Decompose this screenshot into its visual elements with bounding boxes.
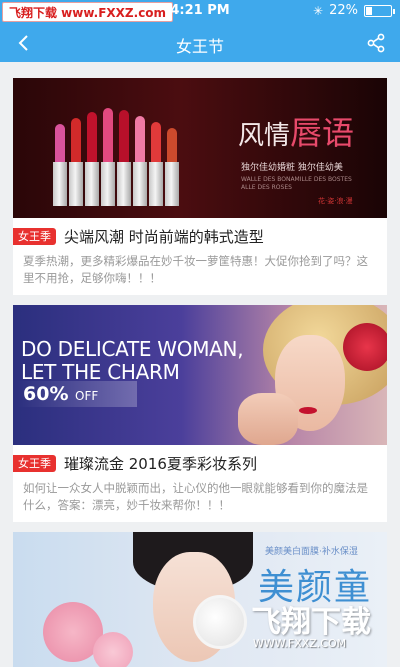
article-description: 如何让一众女人中脱颖而出，让心仪的他一眼就能够看到你的魔法是什么，答案：漂亮，妙… [23, 481, 368, 512]
model-lips [299, 407, 317, 414]
article-feed: 风情唇语 独尔佳幼婚粧 独尔佳幼美 WALLE DES BONAMILLE DE… [13, 78, 387, 667]
banner-headline: 风情唇语 [238, 114, 355, 152]
discount-badge: 60% OFF [17, 381, 137, 407]
page-title: 女王节 [175, 37, 224, 56]
article-title: 璀璨流金 2016夏季彩妆系列 [64, 455, 257, 473]
category-tag: 女王季 [13, 455, 56, 472]
article-title: 尖端风潮 时尚前端的韩式造型 [64, 228, 264, 246]
article-card[interactable]: DO DELICATE WOMAN, LET THE CHARM 60% OFF … [13, 305, 387, 522]
banner-subline: 独尔佳幼婚粧 独尔佳幼美 [241, 163, 343, 173]
battery-percent: 22% [329, 3, 358, 18]
status-right: ✳ 22% [313, 3, 395, 18]
watermark-text: 飞翔下载 [251, 605, 371, 640]
lipstick-image [149, 120, 163, 206]
battery-icon [364, 4, 395, 17]
lipstick-image [85, 110, 99, 206]
banner-lipstick: 风情唇语 独尔佳幼婚粧 独尔佳幼美 WALLE DES BONAMILLE DE… [13, 78, 387, 218]
banner-smalltext: 美颜美白面膜·补水保湿 [265, 547, 358, 557]
article-description: 夏季热潮，更多精彩爆品在妙千妆一萝筐特惠！大促你抢到了吗？这里不用抢，足够你嗨！… [23, 254, 368, 285]
lipstick-image [53, 122, 67, 206]
watermark-url: WWW.FXXZ.COM [253, 637, 347, 650]
lipstick-image [165, 126, 179, 206]
banner-smallprint: WALLE DES BONAMILLE DES BOSTES ALLE DES … [241, 176, 352, 191]
category-tag: 女王季 [13, 228, 56, 245]
nav-bar: 女王节 [0, 24, 400, 62]
lipstick-image [133, 114, 147, 206]
bluetooth-icon: ✳ [313, 3, 324, 18]
watermark-logo-icon [193, 595, 247, 649]
watermark-overlay: 飞翔下载 WWW.FXXZ.COM [193, 595, 393, 655]
banner-charm: DO DELICATE WOMAN, LET THE CHARM 60% OFF [13, 305, 387, 445]
share-button[interactable] [364, 31, 388, 55]
battery-level [366, 6, 372, 15]
banner-stamp: 花·姿·浪·漫 [318, 197, 353, 205]
model-hand [238, 393, 298, 445]
article-card[interactable]: 风情唇语 独尔佳幼婚粧 独尔佳幼美 WALLE DES BONAMILLE DE… [13, 78, 387, 295]
lipstick-image [117, 108, 131, 206]
flower-icon [93, 632, 133, 667]
banner-headline-line1: DO DELICATE WOMAN, [21, 337, 244, 361]
flower-icon [343, 323, 387, 371]
share-icon [367, 33, 385, 53]
lipstick-image [101, 106, 115, 206]
lipstick-image [69, 116, 83, 206]
status-bar: 飞翔下载 www.FXXZ.com 4:21 PM ✳ 22% [0, 0, 400, 24]
